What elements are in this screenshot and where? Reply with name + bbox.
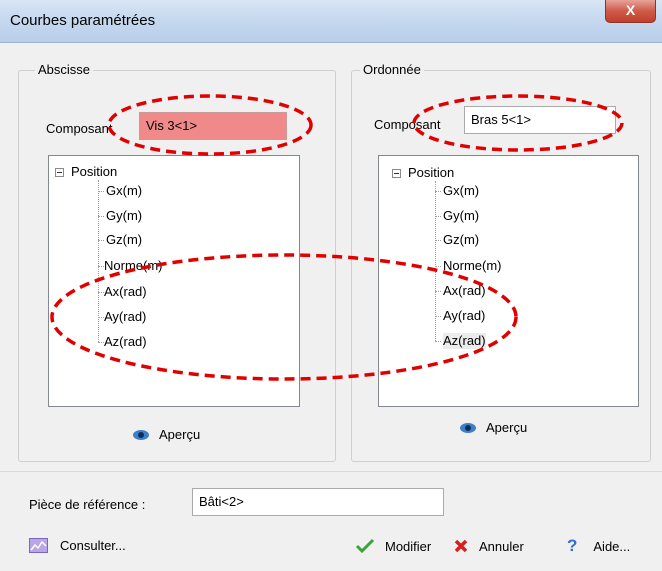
modifier-button[interactable]: Modifier	[355, 538, 431, 554]
tree-item[interactable]: Gy(m)	[106, 208, 142, 224]
tree-root-position[interactable]: Position	[408, 165, 454, 181]
annuler-label: Annuler	[479, 538, 524, 554]
tree-item[interactable]: Norme(m)	[104, 258, 163, 274]
consulter-label: Consulter...	[60, 538, 126, 553]
title-bar: Courbes paramétrées X	[0, 0, 662, 43]
dialog-window: Courbes paramétrées X Abscisse Composant…	[0, 0, 662, 571]
consulter-button[interactable]: Consulter...	[29, 538, 126, 553]
minus-box-icon[interactable]	[392, 169, 401, 178]
close-button[interactable]: X	[605, 0, 656, 23]
modifier-label: Modifier	[385, 538, 432, 554]
minus-box-icon[interactable]	[55, 168, 64, 177]
ordonnee-title: Ordonnée	[360, 62, 424, 77]
abscisse-apercu-button[interactable]: Aperçu	[133, 427, 200, 442]
tree-item[interactable]: Az(rad)	[104, 334, 147, 350]
tree-item[interactable]: Norme(m)	[443, 258, 502, 274]
checkmark-icon	[355, 538, 375, 554]
ordonnee-composant-label: Composant	[374, 117, 441, 132]
abscisse-title: Abscisse	[35, 62, 94, 77]
aide-button[interactable]: ? Aide...	[567, 536, 630, 556]
ordonnee-tree[interactable]: Position Gx(m) Gy(m) Gz(m) Norme(m) Ax(r…	[378, 155, 639, 407]
ordonnee-composant-field[interactable]: Bras 5<1>	[464, 106, 616, 134]
abscisse-composant-label: Composant	[46, 121, 113, 136]
abscisse-composant-field[interactable]: Vis 3<1>	[139, 112, 287, 140]
window-title: Courbes paramétrées	[10, 12, 156, 29]
tree-item[interactable]: Gy(m)	[443, 208, 479, 224]
tree-item[interactable]: Gz(m)	[106, 232, 142, 248]
aide-label: Aide...	[593, 538, 631, 554]
tree-item[interactable]: Az(rad)	[443, 333, 486, 349]
eye-icon	[460, 422, 476, 433]
tree-item[interactable]: Gx(m)	[106, 183, 142, 199]
abscisse-tree[interactable]: Position Gx(m) Gy(m) Gz(m) Norme(m) Ax(r…	[48, 155, 300, 407]
close-icon: X	[625, 2, 636, 18]
tree-item[interactable]: Gx(m)	[443, 183, 479, 199]
reference-label: Pièce de référence :	[29, 497, 146, 512]
apercu-label: Aperçu	[159, 427, 201, 442]
tree-root-position[interactable]: Position	[71, 164, 117, 180]
tree-item[interactable]: Ay(rad)	[443, 308, 485, 324]
question-icon: ?	[567, 536, 578, 555]
annuler-button[interactable]: Annuler	[453, 538, 524, 554]
eye-icon	[133, 429, 149, 440]
apercu-label: Aperçu	[486, 420, 528, 435]
chart-icon	[29, 538, 48, 553]
cross-icon	[454, 539, 468, 553]
reference-field[interactable]: Bâti<2>	[192, 488, 444, 516]
tree-item[interactable]: Gz(m)	[443, 232, 479, 248]
separator	[0, 471, 662, 472]
ordonnee-apercu-button[interactable]: Aperçu	[460, 420, 527, 435]
tree-item[interactable]: Ax(rad)	[104, 284, 147, 300]
tree-item[interactable]: Ay(rad)	[104, 309, 146, 325]
tree-item[interactable]: Ax(rad)	[443, 283, 486, 299]
